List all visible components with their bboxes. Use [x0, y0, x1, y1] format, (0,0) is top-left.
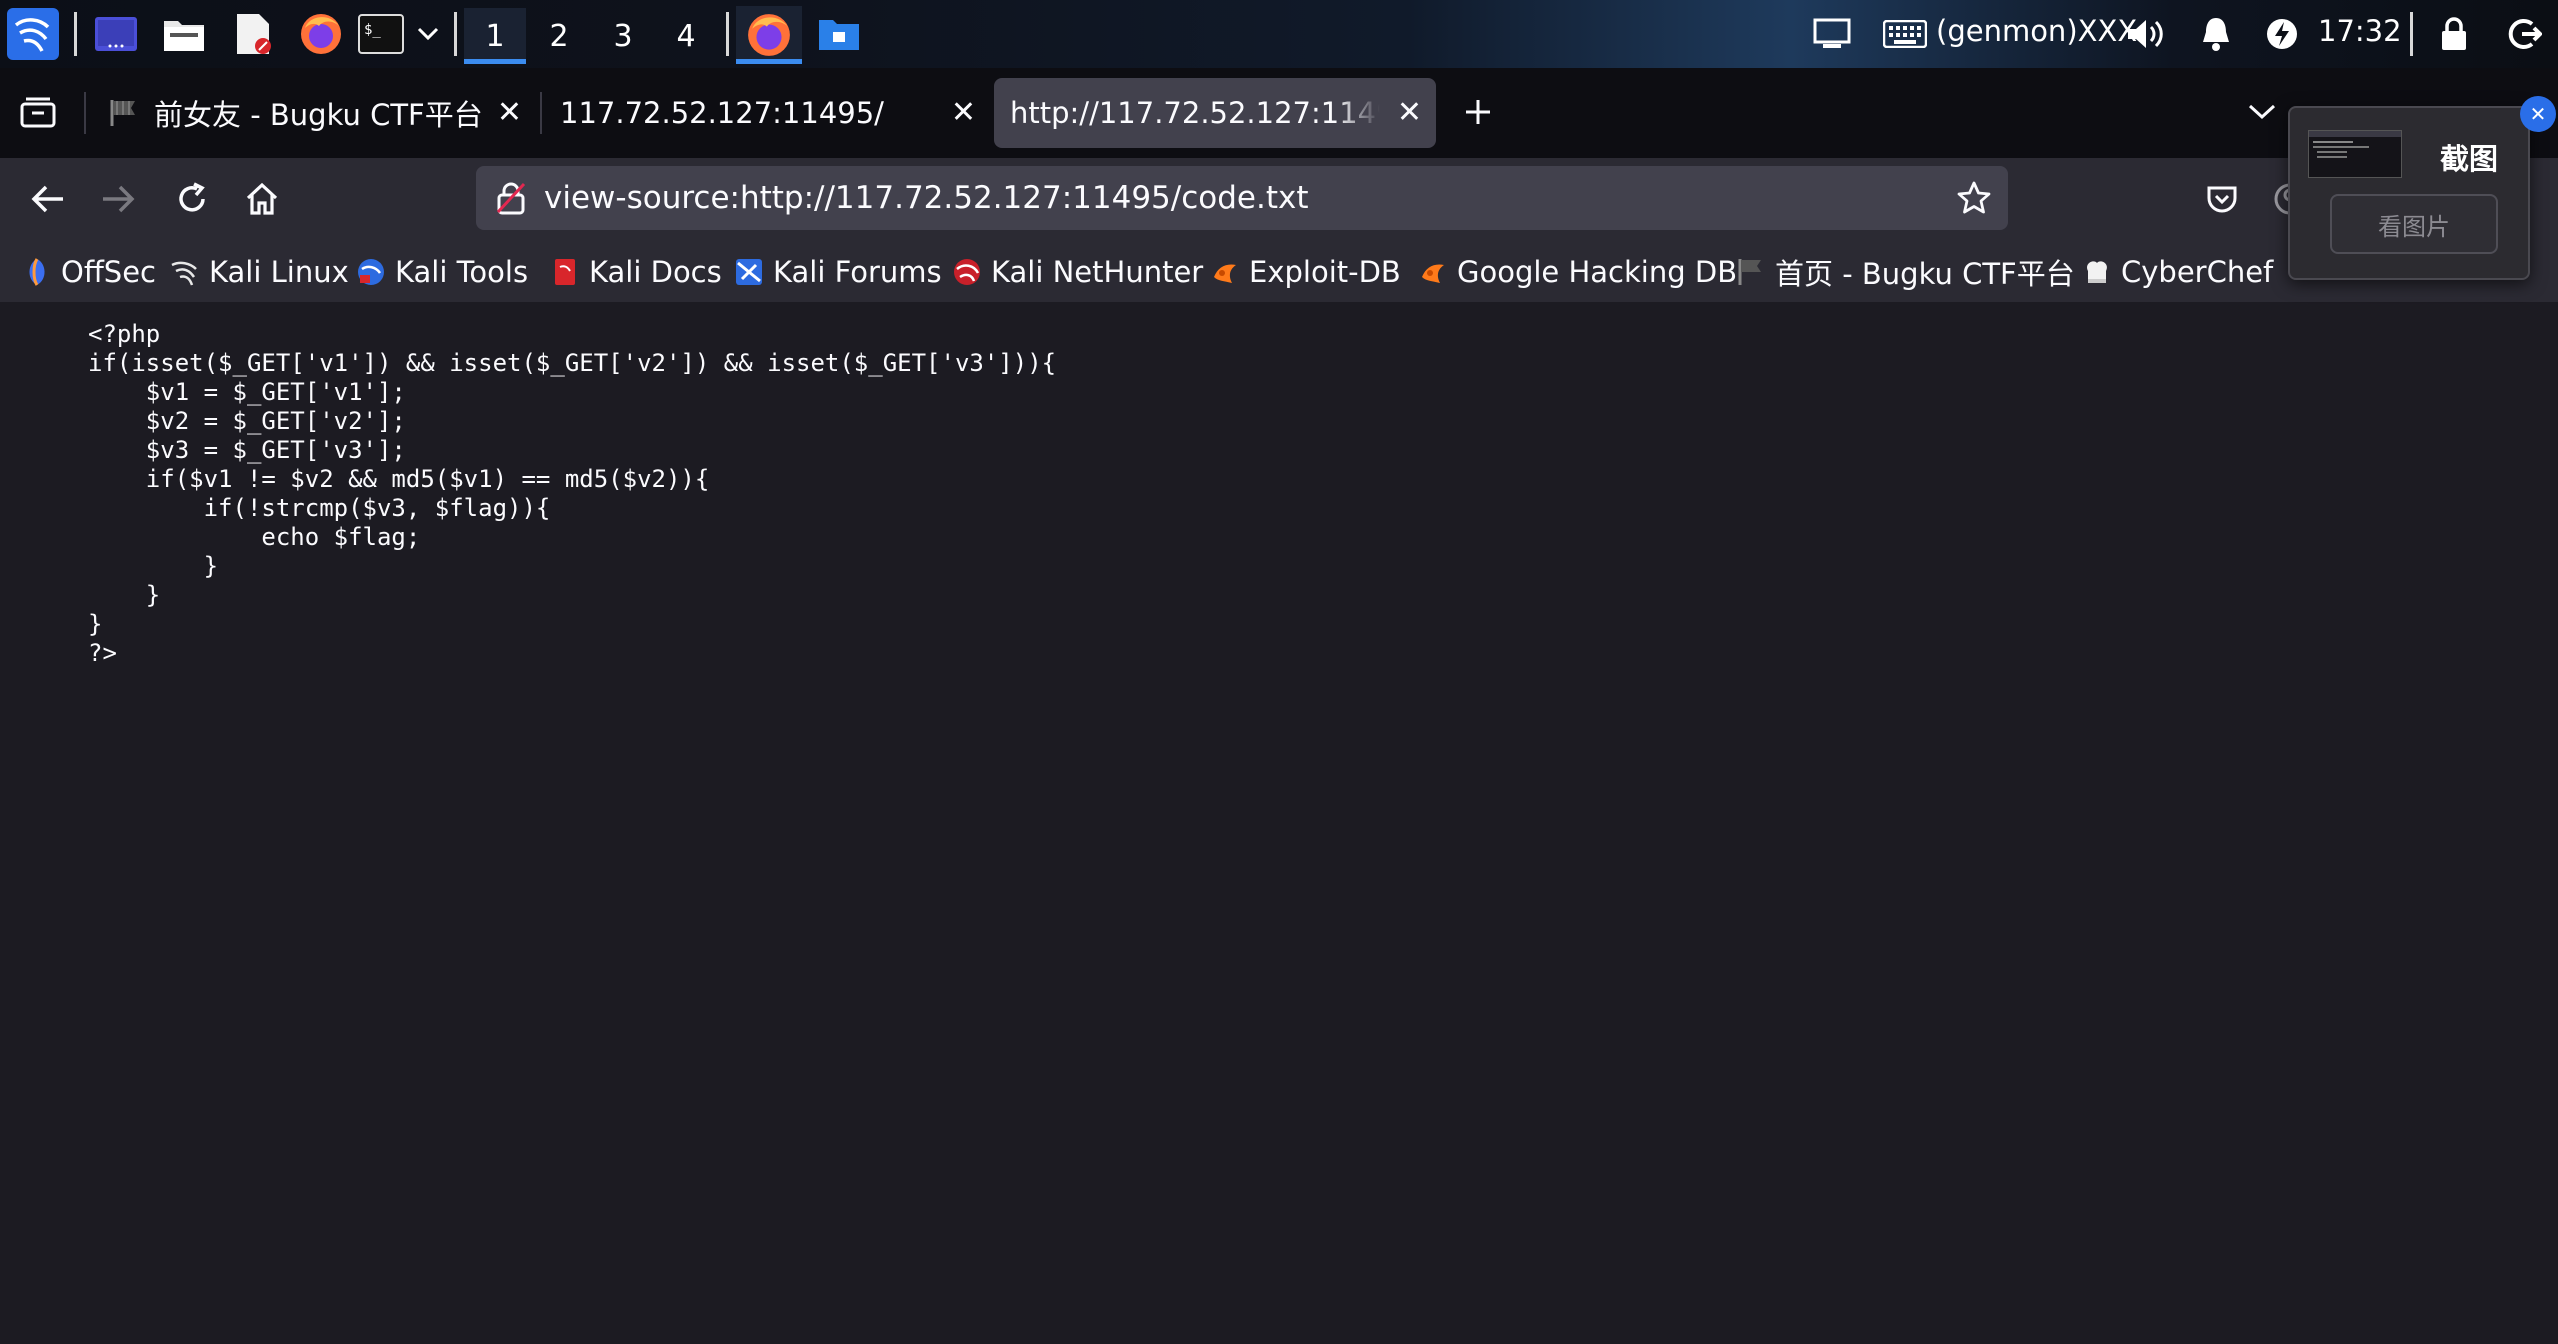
tab-title: 前女友 - Bugku CTF平台: [154, 98, 483, 132]
svg-text:$_: $_: [364, 22, 381, 38]
panel-separator: [74, 12, 77, 56]
close-popup-icon[interactable]: ✕: [2520, 96, 2556, 132]
reload-icon[interactable]: [170, 177, 214, 221]
navigation-toolbar: view-source:http://117.72.52.127:11495/c…: [0, 158, 2558, 240]
forward-arrow-icon[interactable]: [96, 177, 140, 221]
back-arrow-icon[interactable]: [26, 177, 70, 221]
kali-forums-icon: [734, 257, 764, 287]
tab-separator: [84, 92, 86, 134]
code-line: $v3 = $_GET['v3'];: [88, 436, 406, 464]
kali-dragon-icon: [170, 257, 200, 287]
bookmark-bugku-home[interactable]: 首页 - Bugku CTF平台: [1736, 252, 2075, 292]
code-line: ?>: [88, 639, 117, 667]
terminal-icon[interactable]: $_: [356, 10, 406, 58]
power-manager-icon[interactable]: [2260, 10, 2304, 58]
bookmark-star-icon[interactable]: [1956, 180, 1992, 216]
code-line: echo $flag;: [88, 523, 421, 551]
new-tab-icon[interactable]: [1456, 90, 1500, 134]
code-line: if($v1 != $v2 && md5($v1) == md5($v2)){: [88, 465, 710, 493]
tab-bar: 前女友 - Bugku CTF平台 ✕ 117.72.52.127:11495/…: [0, 68, 2558, 158]
lock-screen-icon[interactable]: [2432, 10, 2476, 58]
kali-docs-icon: [550, 257, 580, 287]
code-line: if(isset($_GET['v1']) && isset($_GET['v2…: [88, 349, 1057, 377]
code-line: }: [88, 552, 219, 580]
file-manager-icon[interactable]: [160, 10, 208, 58]
bookmark-offsec[interactable]: OffSec: [22, 252, 156, 292]
pocket-icon[interactable]: [2200, 177, 2244, 221]
bookmark-cyberchef[interactable]: CyberChef: [2082, 252, 2273, 292]
home-icon[interactable]: [240, 177, 284, 221]
workspace-3[interactable]: 3: [592, 8, 654, 64]
workspace-1[interactable]: 1: [464, 8, 526, 64]
exploit-db-icon: [1210, 257, 1240, 287]
genmon-status-text: (genmon)XXX: [1936, 14, 2138, 48]
workspace-2[interactable]: 2: [528, 8, 590, 64]
bugku-flag-icon: [1736, 257, 1766, 287]
code-line: }: [88, 610, 103, 638]
bookmark-kali-nethunter[interactable]: Kali NetHunter: [952, 252, 1203, 292]
taskbar-firefox-window[interactable]: [736, 6, 802, 64]
bookmark-kali-forums[interactable]: Kali Forums: [734, 252, 942, 292]
network-icon[interactable]: [1808, 10, 1856, 58]
close-tab-icon[interactable]: ✕: [951, 98, 976, 128]
panel-separator: [726, 12, 729, 56]
notifications-bell-icon[interactable]: [2194, 10, 2238, 58]
taskbar-folder-window[interactable]: [810, 10, 868, 58]
code-line: $v2 = $_GET['v2'];: [88, 407, 406, 435]
workspace-4[interactable]: 4: [655, 8, 717, 64]
screenshot-title: 截图: [2440, 142, 2499, 176]
ghdb-icon: [1418, 257, 1448, 287]
tab-bugku-ex-girlfriend[interactable]: 前女友 - Bugku CTF平台 ✕: [96, 78, 536, 148]
screenshot-thumbnail[interactable]: [2308, 130, 2402, 178]
bookmark-kali-docs[interactable]: Kali Docs: [550, 252, 722, 292]
panel-separator: [454, 12, 457, 56]
volume-icon[interactable]: [2124, 10, 2168, 58]
source-code-view: <?php if(isset($_GET['v1']) && isset($_GE…: [88, 320, 1056, 668]
firefox-launcher-icon[interactable]: [296, 10, 346, 58]
tab-ip-root[interactable]: 117.72.52.127:11495/ ✕: [546, 78, 990, 148]
keyboard-icon[interactable]: [1880, 10, 1930, 58]
logout-icon[interactable]: [2500, 10, 2548, 58]
desktop-icon[interactable]: [92, 10, 140, 58]
bookmark-exploit-db[interactable]: Exploit-DB: [1210, 252, 1401, 292]
insecure-lock-icon[interactable]: [496, 181, 526, 215]
close-tab-icon[interactable]: ✕: [1397, 98, 1422, 128]
url-text: view-source:http://117.72.52.127:11495/c…: [544, 180, 1309, 216]
code-line: if(!strcmp($v3, $flag)){: [88, 494, 551, 522]
list-all-tabs-chevron-icon[interactable]: [2240, 90, 2284, 134]
address-bar[interactable]: view-source:http://117.72.52.127:11495/c…: [476, 166, 2008, 230]
screenshot-popup: 截图 看图片: [2288, 106, 2530, 280]
offsec-icon: [22, 257, 52, 287]
kali-nethunter-icon: [952, 257, 982, 287]
text-editor-icon[interactable]: [230, 10, 276, 58]
code-line: }: [88, 581, 161, 609]
code-line: <?php: [88, 320, 161, 348]
clock[interactable]: 17:32: [2318, 14, 2402, 48]
tab-title: 117.72.52.127:11495/: [560, 96, 884, 130]
top-panel: $_ 1 2 3 4 (genmon)XXX 17:32: [0, 0, 2558, 68]
tab-separator: [540, 92, 542, 134]
cyberchef-icon: [2082, 257, 2112, 287]
view-image-button[interactable]: 看图片: [2330, 194, 2498, 254]
kali-menu-icon[interactable]: [4, 8, 62, 60]
page-content: <?php if(isset($_GET['v1']) && isset($_GE…: [0, 302, 2558, 1344]
kali-tools-icon: [356, 257, 386, 287]
bookmark-kali-tools[interactable]: Kali Tools: [356, 252, 528, 292]
bookmark-google-hacking-db[interactable]: Google Hacking DB: [1418, 252, 1737, 292]
panel-separator: [2410, 12, 2413, 56]
close-tab-icon[interactable]: ✕: [497, 98, 522, 128]
taskbar-active-indicator: [736, 59, 802, 64]
tab-title: http://117.72.52.127:11495/code.txt: [1010, 96, 1380, 130]
chevron-down-icon[interactable]: [414, 10, 442, 58]
code-line: $v1 = $_GET['v1'];: [88, 378, 406, 406]
bookmark-kali-linux[interactable]: Kali Linux: [170, 252, 349, 292]
bookmarks-toolbar: OffSec Kali Linux Kali Tools Kali Docs K…: [0, 240, 2558, 302]
tab-overview-icon[interactable]: [16, 90, 60, 134]
flag-icon: [110, 100, 135, 126]
tab-code-txt[interactable]: http://117.72.52.127:11495/code.txt ✕: [994, 78, 1436, 148]
